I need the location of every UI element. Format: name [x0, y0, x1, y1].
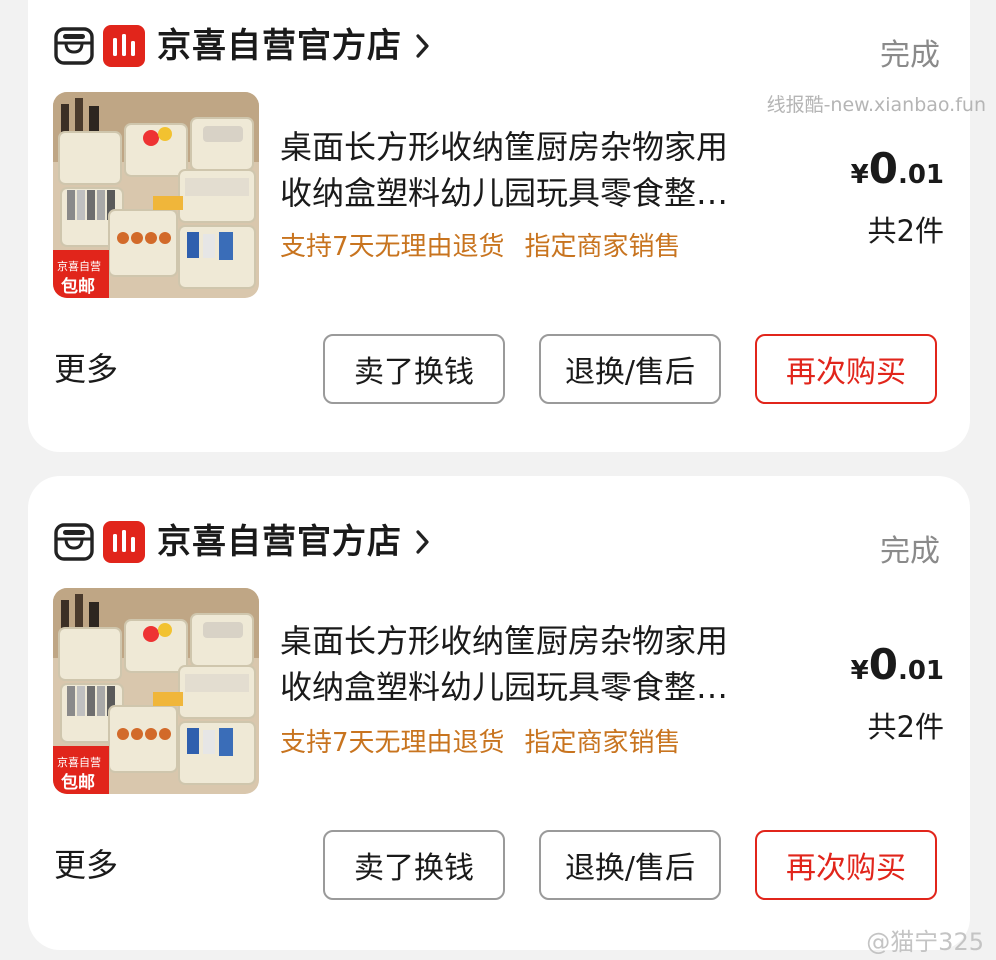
return-after-sale-button[interactable]: 退换/售后	[539, 830, 721, 900]
product-title[interactable]: 桌面长方形收纳筐厨房杂物家用 收纳盒塑料幼儿园玩具零食整…	[280, 124, 800, 216]
watermark-weibo: @猫宁325	[866, 928, 984, 956]
chevron-right-icon	[416, 530, 429, 554]
buy-again-button[interactable]: 再次购买	[755, 830, 937, 900]
shop-header[interactable]: 京喜自营官方店	[54, 24, 432, 68]
price-integer: 0	[868, 640, 898, 689]
more-button[interactable]: 更多	[54, 344, 118, 390]
return-after-sale-button[interactable]: 退换/售后	[539, 334, 721, 404]
tag-designated-seller: 指定商家销售	[524, 728, 681, 758]
order-card: 京喜自营官方店 完成 京喜自营 包邮 桌面长方形收纳筐厨房杂物家用 收纳盒塑料幼…	[28, 0, 970, 452]
price-integer: 0	[868, 144, 898, 193]
price-symbol: ¥	[850, 160, 869, 190]
badge-text-bottom: 包邮	[61, 773, 95, 793]
price: ¥0.01	[851, 144, 944, 193]
sell-button[interactable]: 卖了换钱	[323, 830, 505, 900]
product-title-line-1: 桌面长方形收纳筐厨房杂物家用	[280, 128, 729, 166]
chevron-right-icon	[416, 34, 429, 58]
price-symbol: ¥	[850, 656, 869, 686]
product-title-line-1: 桌面长方形收纳筐厨房杂物家用	[280, 622, 729, 660]
store-icon	[54, 27, 94, 65]
product-title-line-2: 收纳盒塑料幼儿园玩具零食整…	[280, 174, 729, 212]
product-image[interactable]: 京喜自营 包邮	[53, 588, 259, 794]
tag-return-policy: 支持7天无理由退货	[280, 728, 505, 758]
watermark-site: 线报酷-new.xianbao.fun	[766, 94, 986, 116]
order-status: 完成	[880, 534, 940, 569]
quantity: 共2件	[867, 710, 944, 744]
price-decimal: .01	[897, 160, 944, 190]
badge-text-bottom: 包邮	[61, 277, 95, 297]
more-button[interactable]: 更多	[54, 840, 118, 886]
product-title[interactable]: 桌面长方形收纳筐厨房杂物家用 收纳盒塑料幼儿园玩具零食整…	[280, 618, 800, 710]
quantity: 共2件	[867, 214, 944, 248]
order-status: 完成	[880, 38, 940, 73]
store-icon	[54, 523, 94, 561]
tag-designated-seller: 指定商家销售	[524, 232, 681, 262]
shop-header[interactable]: 京喜自营官方店	[54, 520, 432, 564]
shop-name: 京喜自营官方店	[157, 522, 402, 562]
service-tags: 支持7天无理由退货 指定商家销售	[280, 722, 681, 759]
buy-again-button[interactable]: 再次购买	[755, 334, 937, 404]
price-decimal: .01	[897, 656, 944, 686]
product-title-line-2: 收纳盒塑料幼儿园玩具零食整…	[280, 668, 729, 706]
price: ¥0.01	[851, 640, 944, 689]
service-tags: 支持7天无理由退货 指定商家销售	[280, 226, 681, 263]
shop-name: 京喜自营官方店	[157, 26, 402, 66]
tag-return-policy: 支持7天无理由退货	[280, 232, 505, 262]
order-card: 京喜自营官方店 完成 京喜自营 包邮 桌面长方形收纳筐厨房杂物家用 收纳盒塑料幼…	[28, 476, 970, 950]
sell-button[interactable]: 卖了换钱	[323, 334, 505, 404]
brand-logo-icon	[103, 25, 145, 67]
brand-logo-icon	[103, 521, 145, 563]
product-image[interactable]: 京喜自营 包邮	[53, 92, 259, 298]
